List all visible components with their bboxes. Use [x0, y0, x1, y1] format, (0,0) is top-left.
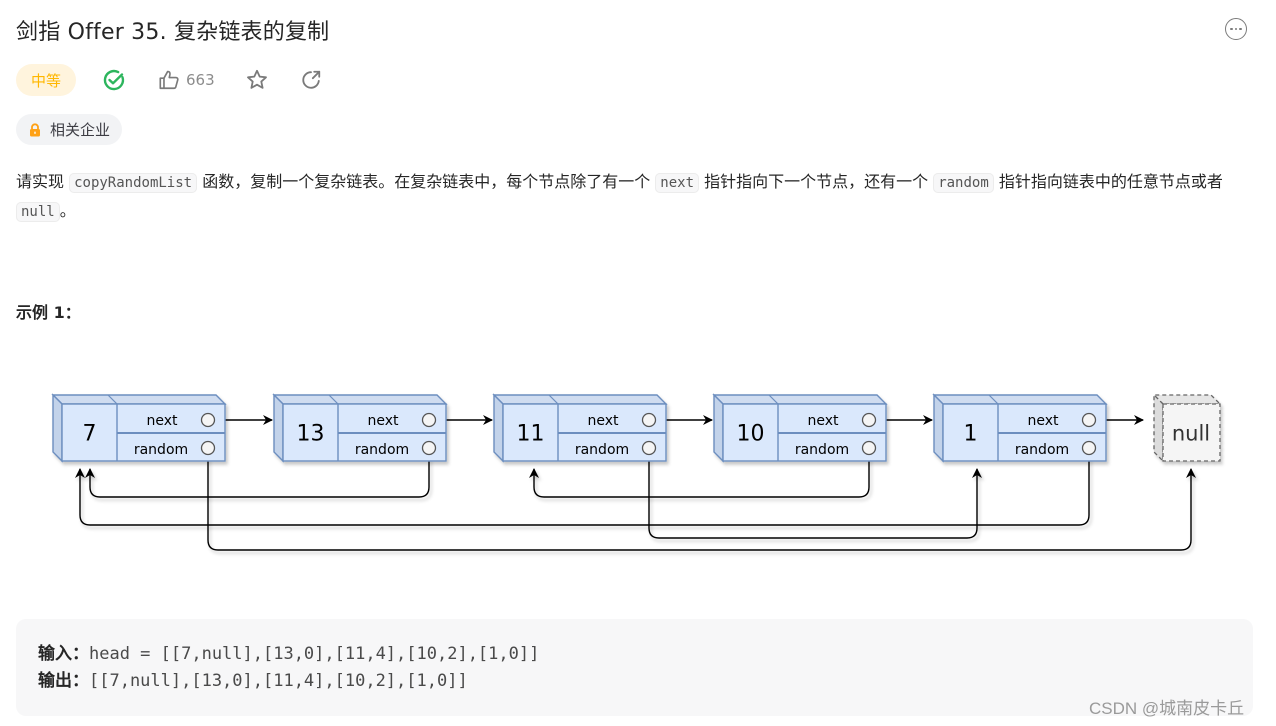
problem-meta-row: 中等 663 — [16, 64, 322, 96]
desc-text: 函数，复制一个复杂链表。在复杂链表中，每个节点除了有一个 — [197, 172, 656, 191]
desc-text: 指针指向链表中的任意节点或者 — [993, 172, 1223, 191]
inline-code-null: null — [16, 202, 60, 222]
favorite-button[interactable] — [245, 68, 269, 92]
related-companies-tag[interactable]: 相关企业 — [16, 114, 123, 145]
list-node: 11 next random — [492, 393, 668, 463]
problem-title: 剑指 Offer 35. 复杂链表的复制 — [16, 20, 330, 45]
like-count: 663 — [186, 71, 215, 89]
list-nodes: 7 next random 13 next random 11 next random 10 nex… — [51, 393, 1222, 463]
node-random-label: random — [795, 442, 849, 458]
random-pointer-port — [200, 440, 216, 456]
desc-text: 。 — [59, 201, 76, 220]
null-node: null — [1152, 393, 1222, 463]
node-value: 11 — [517, 422, 545, 447]
input-label: 输入： — [38, 644, 89, 664]
node-value: 10 — [737, 422, 765, 447]
node-random-label: random — [355, 442, 409, 458]
more-dot — [1230, 27, 1233, 31]
node-random-label: random — [1015, 442, 1069, 458]
node-next-label: next — [587, 413, 619, 429]
node-top-face — [932, 394, 1108, 405]
node-side-face — [713, 393, 724, 463]
node-next-label: next — [1027, 413, 1059, 429]
share-icon — [302, 70, 320, 89]
example-io-block: 输入：head = [[7,null],[13,0],[11,4],[10,2]… — [16, 619, 1253, 716]
desc-text: 请实现 — [16, 172, 70, 191]
example-input-line: 输入：head = [[7,null],[13,0],[11,4],[10,2]… — [38, 641, 1231, 668]
node-random-label: random — [575, 442, 629, 458]
watermark: CSDN @城南皮卡丘 — [1089, 699, 1245, 718]
list-node: 10 next random — [712, 393, 888, 463]
node-side-face — [52, 393, 63, 463]
list-node: 7 next random — [51, 393, 227, 463]
node-top-face — [492, 394, 668, 405]
next-pointer-port — [421, 412, 437, 428]
random-pointer-port — [421, 440, 437, 456]
list-node: 13 next random — [272, 393, 448, 463]
lock-icon — [30, 122, 40, 136]
random-pointer-arrow — [75, 455, 1090, 526]
example-title: 示例 1： — [16, 303, 81, 322]
node-top-face — [712, 394, 888, 405]
output-value: [[7,null],[13,0],[11,4],[10,2],[1,0]] — [89, 671, 468, 691]
random-pointer-port — [861, 440, 877, 456]
thumbs-up-icon — [159, 70, 179, 90]
check-circle-icon — [103, 69, 125, 91]
star-icon — [246, 69, 267, 89]
inline-code-copyRandomList: copyRandomList — [69, 173, 198, 193]
node-value: 13 — [297, 422, 325, 447]
share-button[interactable] — [300, 69, 322, 91]
problem-description: 请实现 copyRandomList 函数，复制一个复杂链表。在复杂链表中，每个… — [16, 168, 1260, 226]
like-button[interactable]: 663 — [158, 69, 215, 91]
null-label: null — [1172, 422, 1210, 446]
related-companies-label: 相关企业 — [50, 121, 111, 139]
random-pointer-arrow — [207, 455, 1196, 551]
inline-code-next: next — [655, 173, 700, 193]
node-side-face — [273, 393, 284, 463]
next-pointer-port — [861, 412, 877, 428]
solved-status — [102, 68, 126, 92]
next-pointer-port — [1081, 412, 1097, 428]
more-dot — [1234, 27, 1238, 31]
node-value: 1 — [964, 422, 978, 447]
random-pointer-port — [641, 440, 657, 456]
more-options-button[interactable] — [1225, 18, 1247, 40]
more-dot — [1239, 27, 1242, 31]
random-pointer-port — [1081, 440, 1097, 456]
null-side-face — [1153, 393, 1164, 463]
inline-code-random: random — [933, 173, 994, 193]
node-side-face — [493, 393, 504, 463]
node-next-label: next — [367, 413, 399, 429]
node-top-face — [51, 394, 227, 405]
next-pointer-port — [200, 412, 216, 428]
example-output-line: 输出：[[7,null],[13,0],[11,4],[10,2],[1,0]] — [38, 668, 1231, 695]
list-node: 1 next random — [932, 393, 1108, 463]
node-side-face — [933, 393, 944, 463]
next-pointer-port — [641, 412, 657, 428]
node-next-label: next — [146, 413, 178, 429]
linked-list-diagram: 7 next random 13 next random 11 next random 10 nex… — [51, 393, 1222, 551]
output-label: 输出： — [38, 671, 89, 691]
input-value: head = [[7,null],[13,0],[11,4],[10,2],[1… — [89, 644, 540, 664]
random-pointer-edges — [75, 455, 1196, 551]
difficulty-badge: 中等 — [16, 64, 77, 96]
node-value: 7 — [83, 422, 97, 447]
node-top-face — [272, 394, 448, 405]
node-next-label: next — [807, 413, 839, 429]
desc-text: 指针指向下一个节点，还有一个 — [699, 172, 934, 191]
node-random-label: random — [134, 442, 188, 458]
null-top-face — [1152, 394, 1222, 405]
